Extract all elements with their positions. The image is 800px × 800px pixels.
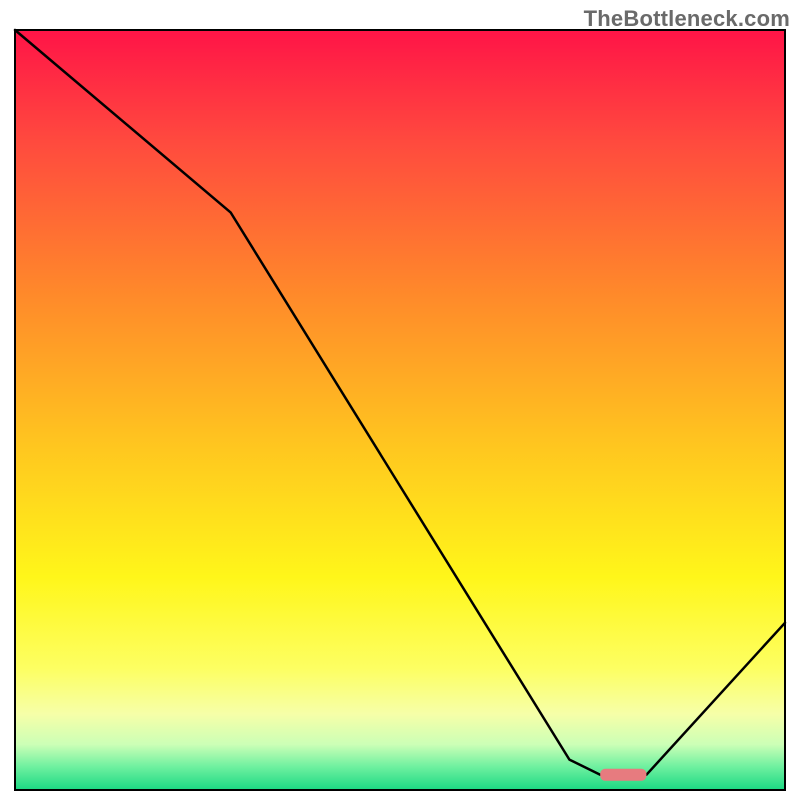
- chart-container: TheBottleneck.com: [0, 0, 800, 800]
- bottleneck-chart: [0, 0, 800, 800]
- plot-background: [15, 30, 785, 790]
- optimal-marker: [600, 769, 646, 781]
